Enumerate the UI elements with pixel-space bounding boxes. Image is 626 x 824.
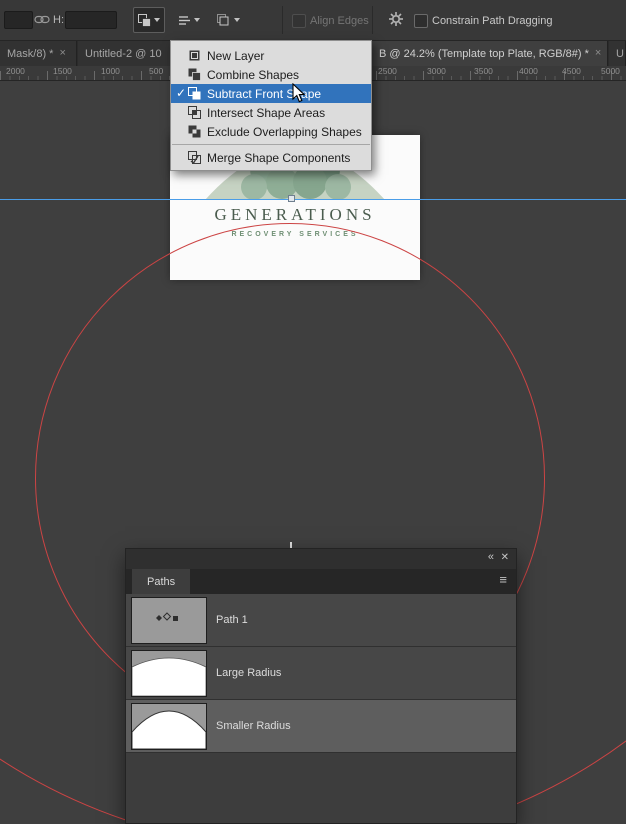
document-tab-4[interactable]: U — [609, 41, 626, 66]
ruler-label: 5000 — [601, 66, 620, 76]
path-row-large-radius[interactable]: Large Radius — [126, 647, 516, 700]
tab-label: U — [616, 47, 624, 60]
toolbar-divider — [282, 6, 283, 34]
height-label: H: — [53, 14, 64, 26]
paths-panel: « ✕ Paths ≡ Path 1 Large Radius Smaller … — [125, 548, 517, 824]
menu-item-label: Merge Shape Components — [207, 150, 351, 165]
menu-item-new-layer[interactable]: New Layer — [171, 46, 371, 65]
constrain-path-dragging-checkbox[interactable] — [414, 14, 428, 28]
path1-thumbnail — [131, 597, 207, 644]
collapse-panel-icon[interactable]: « — [488, 552, 494, 563]
paths-panel-tabstrip: Paths ≡ — [126, 569, 516, 594]
arrange-paths-icon — [216, 13, 228, 25]
ruler-label: 2500 — [378, 66, 397, 76]
document-tab-1[interactable]: Mask/8) * × — [0, 41, 77, 66]
path-anchor-handle[interactable] — [288, 195, 295, 202]
menu-item-intersect-shape-areas[interactable]: Intersect Shape Areas — [171, 103, 371, 122]
ruler-label: 500 — [149, 66, 164, 76]
path-name: Large Radius — [216, 667, 282, 679]
menu-item-combine-shapes[interactable]: Combine Shapes — [171, 65, 371, 84]
align-edges-checkbox[interactable] — [292, 14, 306, 28]
close-panel-icon[interactable]: ✕ — [501, 553, 509, 563]
tab-close-icon[interactable]: × — [595, 48, 601, 59]
tab-label: Mask/8) * — [7, 47, 54, 60]
subtract-front-shape-icon — [188, 87, 201, 100]
ruler-label: 4000 — [519, 66, 538, 76]
path-row-smaller-radius[interactable]: Smaller Radius — [126, 700, 516, 753]
path-alignment-button[interactable] — [174, 7, 204, 33]
tab-label: B @ 24.2% (Template top Plate, RGB/8#) * — [379, 47, 589, 60]
menu-item-exclude-overlapping-shapes[interactable]: Exclude Overlapping Shapes — [171, 122, 371, 141]
exclude-overlapping-shapes-icon — [188, 125, 201, 138]
document-tab-2[interactable]: Untitled-2 @ 10 — [78, 41, 173, 66]
ruler-label: 4500 — [562, 66, 581, 76]
mouse-cursor-icon — [292, 82, 307, 109]
ruler-label: 1000 — [101, 66, 120, 76]
path-row-path1[interactable]: Path 1 — [126, 594, 516, 647]
checkmark-icon: ✓ — [176, 86, 187, 100]
ruler-label: 3000 — [427, 66, 446, 76]
smaller-radius-thumbnail — [131, 703, 207, 750]
dropdown-caret-icon — [154, 18, 160, 22]
ruler-label: 3500 — [474, 66, 493, 76]
combine-shapes-icon — [138, 13, 151, 27]
path-name: Smaller Radius — [216, 720, 291, 732]
menu-item-label: Combine Shapes — [207, 67, 300, 82]
ruler-label: 2000 — [6, 66, 25, 76]
menu-item-subtract-front-shape[interactable]: ✓ Subtract Front Shape — [171, 84, 371, 103]
toolbar-divider — [372, 6, 373, 34]
dropdown-caret-icon — [233, 18, 240, 22]
new-layer-icon — [188, 49, 201, 62]
paths-tab[interactable]: Paths — [132, 569, 191, 594]
path-operations-button[interactable] — [133, 7, 165, 33]
menu-item-label: New Layer — [207, 48, 265, 63]
merge-shape-components-icon — [188, 151, 201, 165]
menu-item-label: Intersect Shape Areas — [207, 105, 326, 120]
align-paths-icon — [179, 15, 190, 25]
align-edges-label: Align Edges — [310, 15, 369, 27]
shape-operations-menu: New Layer Combine Shapes ✓ Subtract Fron… — [170, 40, 372, 171]
constrain-path-dragging-label: Constrain Path Dragging — [432, 15, 553, 27]
gear-icon[interactable] — [388, 11, 404, 32]
panel-menu-icon[interactable]: ≡ — [499, 573, 507, 586]
dropdown-caret-icon — [194, 18, 200, 22]
document-tab-3[interactable]: B @ 24.2% (Template top Plate, RGB/8#) *… — [372, 41, 608, 66]
height-field[interactable] — [65, 11, 117, 29]
link-dimensions-icon[interactable] — [34, 13, 50, 31]
tab-close-icon[interactable]: × — [59, 48, 65, 59]
combine-shapes-icon — [188, 68, 201, 81]
intersect-shape-areas-icon — [188, 106, 201, 119]
options-bar: H: Align Edges Constrain Path Dragging — [0, 0, 626, 41]
path-name: Path 1 — [216, 614, 248, 626]
large-radius-thumbnail — [131, 650, 207, 697]
tab-label: Untitled-2 @ 10 — [85, 47, 162, 60]
width-field[interactable] — [4, 11, 33, 29]
ruler-label: 1500 — [53, 66, 72, 76]
path-arrangement-button[interactable] — [211, 7, 245, 33]
menu-separator — [172, 144, 370, 145]
paths-panel-header: « ✕ — [126, 549, 516, 569]
menu-item-merge-shape-components[interactable]: Merge Shape Components — [171, 148, 371, 167]
menu-item-label: Exclude Overlapping Shapes — [207, 124, 362, 139]
